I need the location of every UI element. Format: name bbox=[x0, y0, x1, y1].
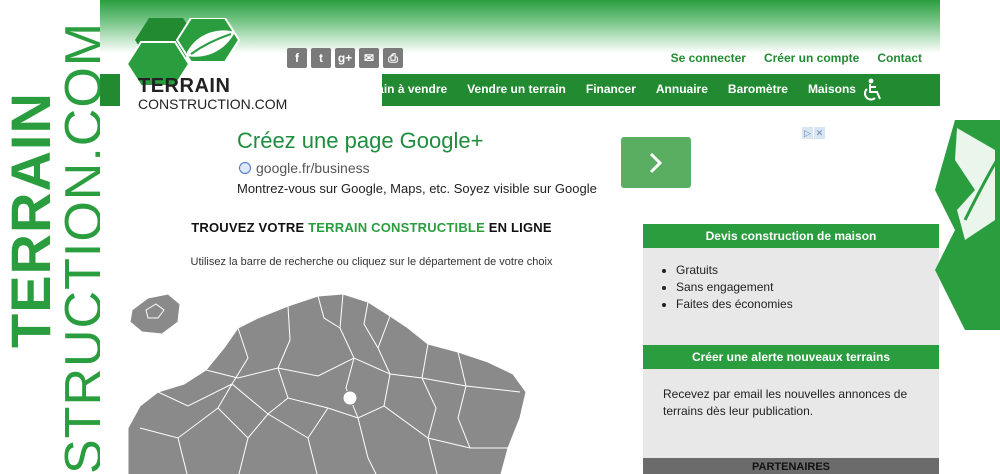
nav-item-barometre[interactable]: Baromètre bbox=[728, 82, 788, 96]
list-item: Faites des économies bbox=[676, 296, 939, 313]
ad-choices[interactable]: ▷ ✕ bbox=[802, 127, 826, 139]
print-icon[interactable]: ⎙ bbox=[383, 48, 403, 68]
alert-box: Créer une alerte nouveaux terrains Recev… bbox=[643, 345, 939, 462]
ad-url[interactable]: google.fr/business bbox=[239, 160, 370, 176]
nav-item-vendre-un-terrain[interactable]: Vendre un terrain bbox=[467, 82, 566, 96]
side-brand: TERRAIN STRUCTION.COM bbox=[0, 0, 100, 474]
alert-box-text: Recevez par email les nouvelles annonces… bbox=[643, 369, 939, 462]
quote-box-title[interactable]: Devis construction de maison bbox=[643, 224, 939, 248]
logo-line1: TERRAIN bbox=[138, 75, 231, 97]
map-region-nw bbox=[129, 293, 181, 335]
alert-box-title[interactable]: Créer une alerte nouveaux terrains bbox=[643, 345, 939, 369]
ad-arrow-button[interactable] bbox=[621, 137, 691, 188]
contact-link[interactable]: Contact bbox=[877, 51, 922, 65]
quote-box: Devis construction de maison Gratuits Sa… bbox=[643, 224, 939, 348]
ad-close-icon[interactable]: ✕ bbox=[814, 127, 825, 139]
facebook-icon[interactable]: f bbox=[287, 48, 307, 68]
globe-icon bbox=[239, 162, 251, 174]
top-links: Se connecter Créer un compte Contact bbox=[671, 51, 922, 65]
nav-item-financer[interactable]: Financer bbox=[586, 82, 636, 96]
ad-info-icon[interactable]: ▷ bbox=[802, 127, 813, 139]
ad-description: Montrez-vous sur Google, Maps, etc. Soye… bbox=[237, 181, 597, 196]
create-account-link[interactable]: Créer un compte bbox=[764, 51, 859, 65]
logo-line2: CONSTRUCTION.COM bbox=[138, 96, 288, 112]
twitter-icon[interactable]: t bbox=[311, 48, 331, 68]
email-icon[interactable]: ✉ bbox=[359, 48, 379, 68]
ad-title[interactable]: Créez une page Google+ bbox=[237, 128, 483, 154]
decorative-hexagon-icon bbox=[935, 120, 1000, 330]
social-icons: f t g+ ✉ ⎙ bbox=[287, 48, 403, 68]
list-item: Sans engagement bbox=[676, 279, 939, 296]
main-nav: Accueil Terrain à vendre Vendre un terra… bbox=[292, 82, 856, 96]
map-subtitle: Utilisez la barre de recherche ou clique… bbox=[190, 256, 553, 268]
logo-text[interactable]: TERRAIN CONSTRUCTION.COM bbox=[138, 75, 288, 112]
france-map[interactable] bbox=[128, 288, 533, 474]
nav-item-terrain-a-vendre[interactable]: Terrain à vendre bbox=[355, 82, 447, 96]
quote-box-list: Gratuits Sans engagement Faites des écon… bbox=[663, 262, 939, 313]
map-paris bbox=[342, 390, 358, 406]
nav-item-maisons[interactable]: Maisons bbox=[808, 82, 856, 96]
side-brand-line2: STRUCTION.COM bbox=[55, 21, 100, 474]
google-plus-icon[interactable]: g+ bbox=[335, 48, 355, 68]
partners-box-title: PARTENAIRES bbox=[643, 458, 939, 474]
accessibility-icon[interactable] bbox=[862, 78, 884, 102]
nav-item-accueil[interactable]: Accueil bbox=[292, 82, 335, 96]
nav-item-annuaire[interactable]: Annuaire bbox=[656, 82, 708, 96]
list-item: Gratuits bbox=[676, 262, 939, 279]
login-link[interactable]: Se connecter bbox=[671, 51, 746, 65]
chevron-right-icon bbox=[649, 152, 663, 173]
partners-box: PARTENAIRES bbox=[643, 458, 939, 474]
main-title: TROUVEZ VOTRE TERRAIN CONSTRUCTIBLE EN L… bbox=[191, 220, 552, 235]
ad-url-text: google.fr/business bbox=[256, 160, 370, 176]
